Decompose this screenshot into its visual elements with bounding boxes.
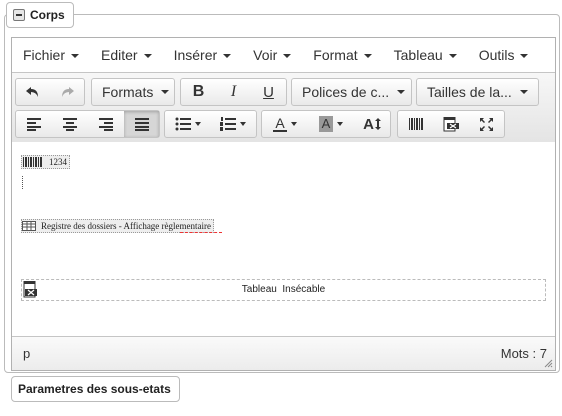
word-count: Mots : 7 xyxy=(500,346,547,361)
chevron-down-icon xyxy=(240,122,247,126)
chevron-down-icon xyxy=(71,54,80,59)
change-case-button[interactable]: A xyxy=(354,111,390,137)
align-center-button[interactable] xyxy=(52,111,88,137)
menu-format[interactable]: Format xyxy=(302,38,382,72)
redo-icon xyxy=(62,87,74,97)
undo-icon xyxy=(26,87,38,97)
menu-outils[interactable]: Outils xyxy=(468,38,540,72)
barcode-value: 1234 xyxy=(49,157,67,167)
undo-button[interactable] xyxy=(16,79,50,105)
chevron-down-icon xyxy=(337,122,344,126)
font-family-dropdown[interactable]: Polices de c... xyxy=(292,79,411,105)
rich-text-editor: Fichier Editer Insérer Voir Format Table… xyxy=(11,37,556,371)
font-size-dropdown[interactable]: Tailles de la... xyxy=(417,79,538,105)
formats-dropdown[interactable]: Formats xyxy=(92,79,174,105)
spellcheck-underline xyxy=(180,230,222,233)
text-style-group: B I U xyxy=(180,78,287,106)
corps-legend[interactable]: Corps xyxy=(6,2,74,28)
chevron-down-icon xyxy=(291,122,297,126)
corps-title: Corps xyxy=(30,8,65,22)
align-center-icon xyxy=(63,118,77,131)
editor-statusbar: p Mots : 7 xyxy=(12,336,555,370)
chevron-down-icon xyxy=(448,54,457,59)
fonts-group: Polices de c... xyxy=(291,78,412,106)
bullet-list-icon xyxy=(175,117,191,131)
editor-toolbar: Formats B I U Polices de c... Tailles de… xyxy=(12,72,555,143)
list-group xyxy=(164,110,257,138)
unbreakable-table[interactable]: Tableau Insécable xyxy=(21,279,546,301)
align-right-button[interactable] xyxy=(88,111,124,137)
justify-button[interactable] xyxy=(124,111,159,137)
numbered-list-button[interactable] xyxy=(211,111,257,137)
table-icon xyxy=(22,221,36,231)
numbered-list-icon xyxy=(220,117,237,131)
underline-button[interactable]: U xyxy=(251,79,286,105)
menu-tableau[interactable]: Tableau xyxy=(383,38,468,72)
align-group xyxy=(15,110,160,138)
editor-menubar: Fichier Editer Insérer Voir Format Table… xyxy=(12,38,555,72)
italic-button[interactable]: I xyxy=(216,79,251,105)
chevron-down-icon xyxy=(520,54,529,59)
fullscreen-button[interactable] xyxy=(469,111,504,137)
sous-etats-panel-header[interactable]: Parametres des sous-etats xyxy=(11,376,180,402)
text-color-button[interactable]: A xyxy=(262,111,308,137)
barcode-icon xyxy=(408,118,423,130)
formats-group: Formats xyxy=(91,78,175,106)
insert-table-button[interactable] xyxy=(433,111,468,137)
barcode-field[interactable]: 1234 xyxy=(21,155,70,169)
chevron-down-icon xyxy=(223,54,232,59)
menu-editer[interactable]: Editer xyxy=(90,38,163,72)
text-cursor xyxy=(22,176,25,189)
align-left-icon xyxy=(27,118,41,131)
align-right-icon xyxy=(99,118,113,131)
chevron-down-icon xyxy=(363,54,372,59)
element-path[interactable]: p xyxy=(23,346,30,361)
chevron-down-icon xyxy=(143,54,152,59)
align-justify-icon xyxy=(134,118,149,131)
menu-fichier[interactable]: Fichier xyxy=(12,38,90,72)
bg-color-button[interactable]: A xyxy=(308,111,354,137)
case-icon: A xyxy=(363,115,374,133)
text-color-icon: A xyxy=(275,114,285,131)
sous-etats-title: Parametres des sous-etats xyxy=(18,382,171,396)
table-break-icon xyxy=(443,116,459,131)
chevron-down-icon xyxy=(194,122,201,126)
chevron-down-icon xyxy=(397,90,406,94)
table-label: Tableau Insécable xyxy=(241,284,326,295)
bold-button[interactable]: B xyxy=(181,79,216,105)
undo-redo-group xyxy=(15,78,85,106)
sizes-group: Tailles de la... xyxy=(416,78,539,106)
align-left-button[interactable] xyxy=(16,111,52,137)
barcode-button[interactable] xyxy=(398,111,433,137)
menu-inserer[interactable]: Insérer xyxy=(163,38,243,72)
barcode-icon xyxy=(23,157,42,167)
extra-group xyxy=(397,110,505,138)
chevron-down-icon xyxy=(520,90,528,94)
menu-voir[interactable]: Voir xyxy=(242,38,302,72)
bullet-list-button[interactable] xyxy=(165,111,211,137)
chevron-down-icon xyxy=(161,90,170,94)
chevron-down-icon xyxy=(283,54,292,59)
color-group: A A A xyxy=(261,110,391,138)
fullscreen-icon xyxy=(479,117,493,131)
background-color-icon: A xyxy=(318,116,334,132)
redo-button[interactable] xyxy=(50,79,84,105)
collapse-icon[interactable] xyxy=(13,9,25,21)
editor-content-area[interactable]: 1234 Registre des dossiers - Affichage r… xyxy=(12,142,555,336)
resize-handle-icon[interactable] xyxy=(544,359,553,368)
